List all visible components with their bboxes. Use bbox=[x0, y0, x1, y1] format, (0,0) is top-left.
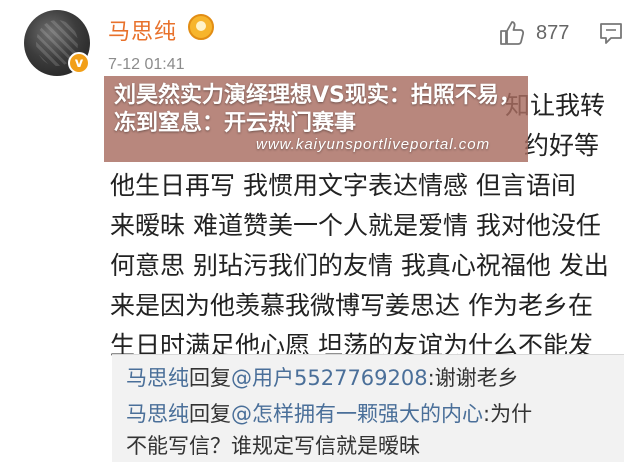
vip-medal-icon bbox=[188, 14, 214, 40]
reply-list: 马思纯回复@用户5527769208:谢谢老乡 马思纯回复@怎样拥有一颗强大的内… bbox=[112, 354, 624, 462]
reply-author[interactable]: 马思纯 bbox=[126, 366, 189, 390]
post-line: 来是因为他羡慕我微博写姜思达 作为老乡在 bbox=[110, 291, 593, 320]
username[interactable]: 马思纯 bbox=[108, 14, 177, 46]
post-line: 何意思 别玷污我们的友情 我真心祝福他 发出 bbox=[110, 251, 609, 280]
reply-item: 马思纯回复@用户5527769208:谢谢老乡 bbox=[126, 363, 519, 393]
banner-url[interactable]: www.kaiyunsportliveportal.com bbox=[256, 136, 490, 153]
reply-text: :谢谢老乡 bbox=[427, 366, 519, 390]
verified-badge-icon: v bbox=[68, 52, 90, 74]
banner-title: 刘昊然实力演绎理想VS现实：拍照不易，冻到窒息：开云热门赛事 bbox=[114, 83, 521, 136]
reply-author[interactable]: 马思纯 bbox=[126, 402, 189, 426]
reply-mention[interactable]: @怎样拥有一颗强大的内心 bbox=[231, 402, 483, 426]
comment-icon[interactable] bbox=[598, 20, 624, 46]
reply-mention[interactable]: @用户5527769208 bbox=[231, 366, 428, 390]
post-line: 他生日再写 我惯用文字表达情感 但言语间 bbox=[110, 171, 576, 200]
post-header: v 马思纯 7-12 01:41 877 bbox=[0, 0, 632, 80]
post-time: 7-12 01:41 bbox=[108, 56, 185, 73]
reply-continuation: 不能写信？谁规定写信就是暧昧 bbox=[126, 434, 420, 458]
like-button[interactable]: 877 bbox=[498, 18, 569, 48]
overlay-banner[interactable]: 刘昊然实力演绎理想VS现实：拍照不易，冻到窒息：开云热门赛事 www.kaiyu… bbox=[104, 76, 528, 162]
reply-action: 回复 bbox=[189, 402, 231, 426]
reply-text: :为什 bbox=[483, 402, 533, 426]
thumbs-up-icon bbox=[500, 21, 525, 45]
like-count: 877 bbox=[536, 21, 570, 44]
reply-action: 回复 bbox=[189, 366, 231, 390]
post-line: 来暧昧 难道赞美一个人就是爱情 我对他没任 bbox=[110, 211, 601, 240]
reply-item: 马思纯回复@怎样拥有一颗强大的内心:为什 bbox=[126, 399, 532, 429]
